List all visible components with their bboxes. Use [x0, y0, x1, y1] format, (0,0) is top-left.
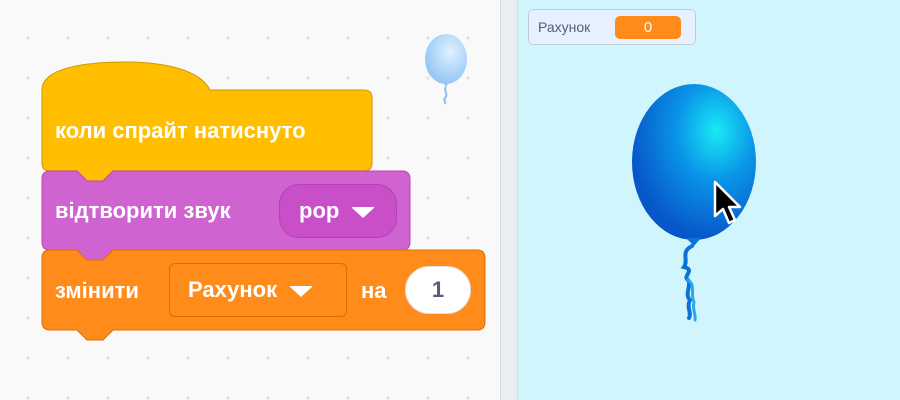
variable-dropdown[interactable]: Рахунок [169, 263, 347, 317]
amount-value: 1 [431, 277, 445, 302]
play-sound-label: відтворити звук [55, 198, 231, 223]
chevron-down-icon [351, 206, 376, 218]
sound-dropdown[interactable]: pop [279, 184, 397, 238]
sprite-thumbnail-balloon-icon[interactable] [418, 32, 474, 106]
variable-dropdown-value: Рахунок [188, 277, 278, 302]
code-area[interactable]: коли спрайт натиснуто відтворити звук po… [0, 0, 500, 400]
score-monitor-value: 0 [615, 16, 681, 39]
amount-input[interactable]: 1 [405, 266, 471, 314]
by-label: на [361, 278, 387, 303]
change-variable-label: змінити [55, 278, 139, 303]
score-monitor-label: Рахунок [538, 19, 591, 35]
sound-dropdown-value: pop [299, 198, 340, 223]
mouse-pointer-icon [713, 180, 742, 225]
panel-divider [500, 0, 518, 400]
chevron-down-icon [289, 285, 314, 297]
score-monitor[interactable]: Рахунок 0 [528, 9, 696, 45]
stage[interactable] [518, 0, 900, 400]
when-sprite-clicked-label: коли спрайт натиснуто [55, 118, 306, 143]
